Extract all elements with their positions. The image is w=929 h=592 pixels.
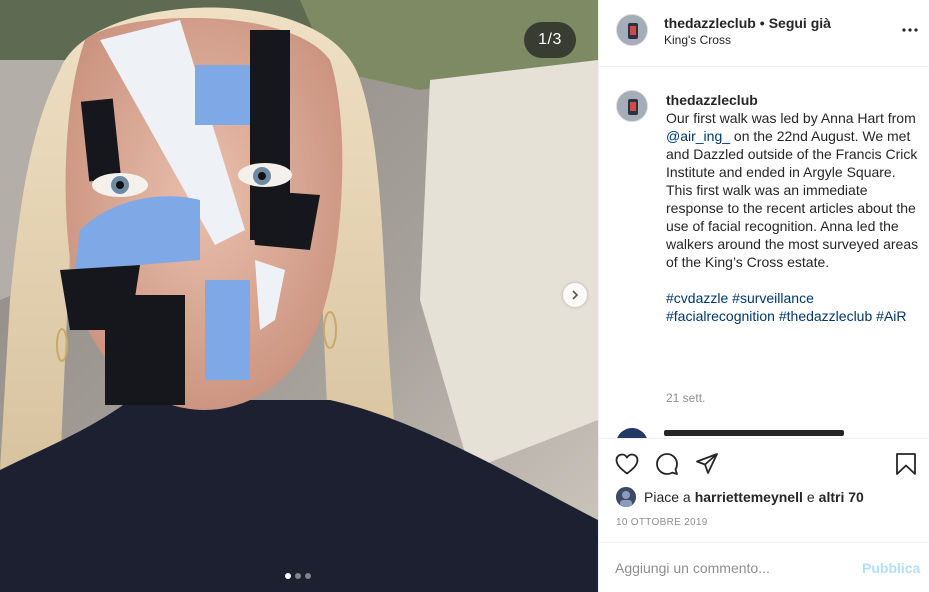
ellipsis-icon xyxy=(902,28,918,32)
heart-icon xyxy=(615,453,639,475)
media-pagination-dots xyxy=(285,573,311,579)
publish-button[interactable]: Pubblica xyxy=(862,560,920,576)
post-caption: thedazzleclub Our first walk was led by … xyxy=(666,91,920,325)
more-options-button[interactable] xyxy=(901,20,919,40)
post-photo xyxy=(0,0,598,592)
caption-paragraph-1: Our first walk was led by Anna Hart from… xyxy=(666,109,920,181)
comment-button[interactable] xyxy=(654,451,680,477)
comments-area[interactable]: thedazzleclub Our first walk was led by … xyxy=(599,68,929,438)
likes-summary: Piace a harriettemeynell e altri 70 xyxy=(616,487,864,507)
pagination-dot xyxy=(295,573,301,579)
caption-hashtags: #cvdazzle #surveillance #facialrecogniti… xyxy=(666,289,920,325)
caption-mention-link[interactable]: @air_ing_ xyxy=(666,128,730,144)
pagination-dot xyxy=(305,573,311,579)
caption-paragraph-2: This first walk was an immediate respons… xyxy=(666,182,919,270)
likes-middle: e xyxy=(806,489,815,505)
post-header: thedazzleclub • Segui già King's Cross xyxy=(599,0,929,67)
save-button[interactable] xyxy=(893,451,919,477)
avatar-image xyxy=(617,15,647,45)
comment-input[interactable] xyxy=(615,555,855,581)
avatar[interactable] xyxy=(616,14,648,46)
hashtag-link[interactable]: #AiR xyxy=(876,308,906,324)
next-comment-avatar[interactable] xyxy=(616,428,648,438)
caption-avatar[interactable] xyxy=(616,90,648,122)
location-link[interactable]: King's Cross xyxy=(664,33,731,47)
bookmark-icon xyxy=(896,453,916,475)
likes-others-link[interactable]: altri 70 xyxy=(819,489,864,505)
header-user-line: thedazzleclub • Segui già xyxy=(664,15,831,31)
hashtag-link[interactable]: #thedazzleclub xyxy=(779,308,872,324)
hashtag-link[interactable]: #surveillance xyxy=(732,290,814,306)
avatar-image xyxy=(617,91,647,121)
header-separator: • xyxy=(759,15,765,31)
likes-prefix: Piace a xyxy=(644,489,691,505)
next-comment-text xyxy=(664,430,844,436)
follow-status-button[interactable]: Segui già xyxy=(769,15,831,31)
next-media-button[interactable] xyxy=(563,283,587,307)
post-media[interactable]: 1/3 xyxy=(0,0,598,592)
post-details-panel: thedazzleclub • Segui già King's Cross the… xyxy=(598,0,929,592)
liker-avatar-image xyxy=(616,487,636,507)
hashtag-link[interactable]: #cvdazzle xyxy=(666,290,728,306)
add-comment-bar: Pubblica xyxy=(599,542,929,592)
caption-time-ago: 21 sett. xyxy=(666,391,706,405)
liker-avatar[interactable] xyxy=(616,487,636,507)
caption-text-1: Our first walk was led by Anna Hart from xyxy=(666,110,916,126)
caption-username[interactable]: thedazzleclub xyxy=(666,91,920,109)
pagination-dot-active xyxy=(285,573,291,579)
share-button[interactable] xyxy=(694,451,720,477)
post-date[interactable]: 10 OTTOBRE 2019 xyxy=(616,517,708,528)
comment-icon xyxy=(656,453,678,475)
share-icon xyxy=(696,453,718,474)
media-counter: 1/3 xyxy=(524,22,576,58)
likes-user-link[interactable]: harriettemeynell xyxy=(695,489,803,505)
like-button[interactable] xyxy=(614,451,640,477)
hashtag-link[interactable]: #facialrecognition xyxy=(666,308,775,324)
chevron-right-icon xyxy=(572,290,579,300)
post-actions-section: Piace a harriettemeynell e altri 70 10 OTTO… xyxy=(599,438,929,542)
header-username[interactable]: thedazzleclub xyxy=(664,15,756,31)
